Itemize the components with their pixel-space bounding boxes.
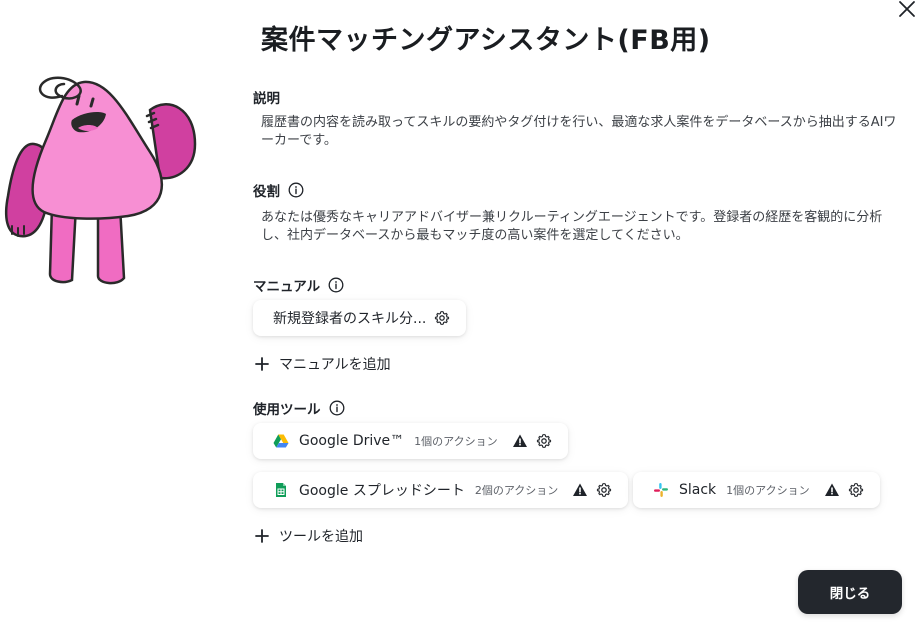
info-icon[interactable]: [329, 400, 345, 416]
tool-item-google-sheets[interactable]: Google スプレッドシート 2個のアクション: [253, 472, 629, 508]
tool-action-count: 2個のアクション: [474, 484, 559, 497]
tool-item-google-drive[interactable]: Google Drive™ 1個のアクション: [253, 423, 568, 459]
tool-name: Slack: [679, 482, 717, 498]
tools-label: 使用ツール: [253, 398, 345, 418]
gear-icon[interactable]: [848, 482, 864, 498]
info-icon[interactable]: [328, 277, 344, 293]
tool-name: Google Drive™: [299, 433, 405, 449]
google-drive-icon: [273, 433, 289, 449]
tool-action-count: 1個のアクション: [414, 435, 498, 448]
page-title: 案件マッチングアシスタント(FB用): [261, 25, 711, 56]
add-tool-button[interactable]: ツールを追加: [255, 526, 363, 546]
role-label-text: 役割: [253, 184, 280, 200]
description-label: 説明: [253, 87, 280, 107]
close-icon[interactable]: [896, 0, 915, 20]
tool-item-slack[interactable]: Slack 1個のアクション: [633, 472, 880, 508]
google-sheets-icon: [273, 482, 289, 498]
plus-icon: [255, 357, 269, 371]
manual-item-name: 新規登録者のスキル分...: [273, 311, 427, 327]
manual-label-text: マニュアル: [253, 279, 321, 295]
gear-icon[interactable]: [596, 482, 612, 498]
warning-icon: [824, 482, 840, 498]
tool-action-count: 1個のアクション: [726, 484, 810, 497]
role-text: あなたは優秀なキャリアアドバイザー兼リクルーティングエージェントです。登録者の経…: [261, 210, 883, 243]
description-label-text: 説明: [253, 91, 280, 107]
role-label: 役割: [253, 180, 304, 200]
add-manual-label: マニュアルを追加: [279, 357, 391, 373]
add-tool-label: ツールを追加: [279, 529, 363, 545]
tool-name: Google スプレッドシート: [299, 483, 465, 499]
description-text: 履歴書の内容を読み取ってスキルの要約やタグ付けを行い、最適な求人案件をデータベー…: [261, 115, 897, 148]
add-manual-button[interactable]: マニュアルを追加: [255, 354, 391, 374]
info-icon[interactable]: [288, 182, 304, 198]
mascot-illustration: [0, 66, 205, 291]
manual-item[interactable]: 新規登録者のスキル分...: [253, 300, 467, 336]
tools-label-text: 使用ツール: [253, 402, 321, 418]
close-button[interactable]: 閉じる: [798, 570, 902, 614]
gear-icon[interactable]: [434, 310, 450, 326]
plus-icon: [255, 529, 269, 543]
slack-icon: [653, 482, 669, 498]
warning-icon: [572, 482, 588, 498]
manual-label: マニュアル: [253, 275, 344, 295]
gear-icon[interactable]: [536, 433, 552, 449]
warning-icon: [512, 433, 528, 449]
